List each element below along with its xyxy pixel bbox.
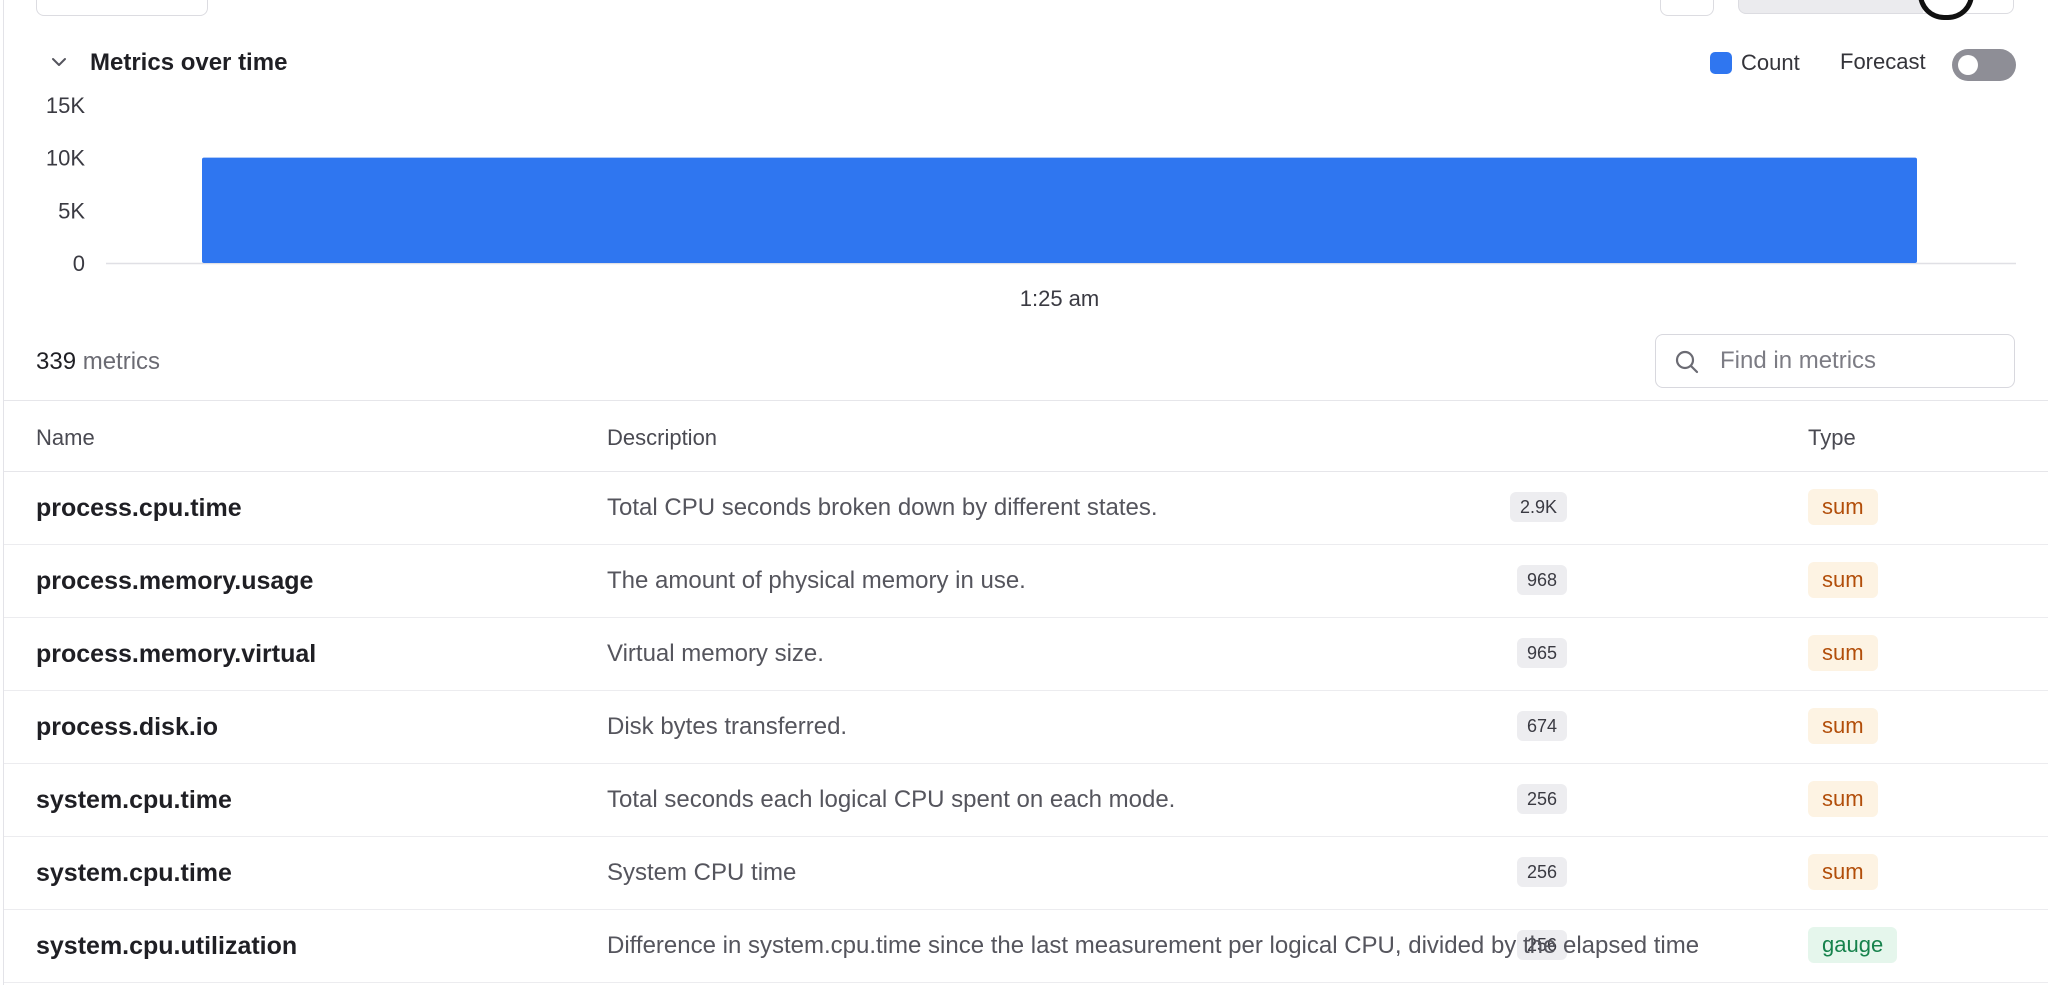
top-left-button[interactable]	[36, 0, 208, 16]
search-box[interactable]	[1655, 334, 2015, 388]
chart-bar[interactable]	[202, 157, 1917, 263]
table-row[interactable]: process.memory.virtual 965 Virtual memory …	[4, 618, 2048, 691]
column-header-name[interactable]: Name	[36, 425, 95, 451]
metric-description: System CPU time	[607, 859, 797, 886]
section-title: Metrics over time	[90, 49, 288, 76]
table-row[interactable]: system.cpu.time 256 Total seconds each log…	[4, 764, 2048, 837]
metric-type-badge: sum	[1808, 854, 1878, 890]
legend-label: Count	[1741, 50, 1800, 75]
metrics-table: Name Description Type process.cpu.time 2.…	[4, 400, 2048, 983]
y-tick-label: 5K	[58, 198, 85, 223]
y-tick-label: 15K	[46, 93, 85, 118]
column-header-type[interactable]: Type	[1808, 425, 1856, 451]
metric-description: The amount of physical memory in use.	[607, 567, 1026, 594]
metric-type-badge: sum	[1808, 489, 1878, 525]
metric-name[interactable]: process.disk.io	[36, 713, 218, 742]
metric-description: Difference in system.cpu.time since the …	[607, 932, 1700, 959]
metric-name[interactable]: process.memory.usage	[36, 567, 313, 596]
y-tick-label: 0	[73, 251, 85, 276]
table-row[interactable]: system.cpu.utilization 256 Difference in s…	[4, 910, 2048, 983]
metric-type-badge: sum	[1808, 562, 1878, 598]
metric-description: Virtual memory size.	[607, 640, 824, 667]
metric-description: Total seconds each logical CPU spent on …	[607, 786, 1176, 813]
column-header-description[interactable]: Description	[607, 425, 717, 451]
table-header: Name Description Type	[4, 400, 2048, 472]
metric-name[interactable]: process.cpu.time	[36, 494, 242, 523]
metric-description: Total CPU seconds broken down by differe…	[607, 494, 1158, 521]
forecast-toggle[interactable]	[1952, 49, 2016, 81]
table-row[interactable]: system.cpu.time 256 System CPU time sum	[4, 837, 2048, 910]
metric-type-badge: sum	[1808, 635, 1878, 671]
chart-legend: Count	[1710, 50, 1800, 76]
x-tick-label: 1:25 am	[1020, 286, 1100, 311]
metric-name[interactable]: system.cpu.utilization	[36, 932, 297, 961]
metrics-count-label: metrics	[82, 348, 161, 375]
table-row[interactable]: process.disk.io 674 Disk bytes transferred…	[4, 691, 2048, 764]
metric-name[interactable]: system.cpu.time	[36, 786, 232, 815]
metrics-count-value: 339	[36, 348, 77, 375]
hand-cursor-icon	[1918, 0, 1974, 20]
table-row[interactable]: process.memory.usage 968 The amount of phy…	[4, 545, 2048, 618]
metrics-count: 339 metrics	[36, 348, 160, 376]
metric-name[interactable]: process.memory.virtual	[36, 640, 316, 669]
forecast-label: Forecast	[1840, 49, 1926, 74]
top-icon-button[interactable]	[1660, 0, 1714, 16]
legend-swatch	[1710, 52, 1732, 74]
metric-description: Disk bytes transferred.	[607, 713, 848, 740]
metric-name[interactable]: system.cpu.time	[36, 859, 232, 888]
metrics-chart: 0 5K 10K 15K 1:25 am	[46, 93, 2016, 311]
metric-type-badge: gauge	[1808, 927, 1898, 963]
search-icon	[1675, 350, 1699, 374]
table-row[interactable]: process.cpu.time 2.9K Total CPU seconds br…	[4, 472, 2048, 545]
y-tick-label: 10K	[46, 146, 85, 171]
chevron-down-icon[interactable]	[50, 53, 68, 71]
metric-type-badge: sum	[1808, 708, 1878, 744]
metric-type-badge: sum	[1808, 781, 1878, 817]
toggle-knob	[1958, 55, 1978, 75]
table-body: process.cpu.time 2.9K Total CPU seconds br…	[4, 472, 2048, 983]
search-input[interactable]	[1720, 345, 2000, 377]
